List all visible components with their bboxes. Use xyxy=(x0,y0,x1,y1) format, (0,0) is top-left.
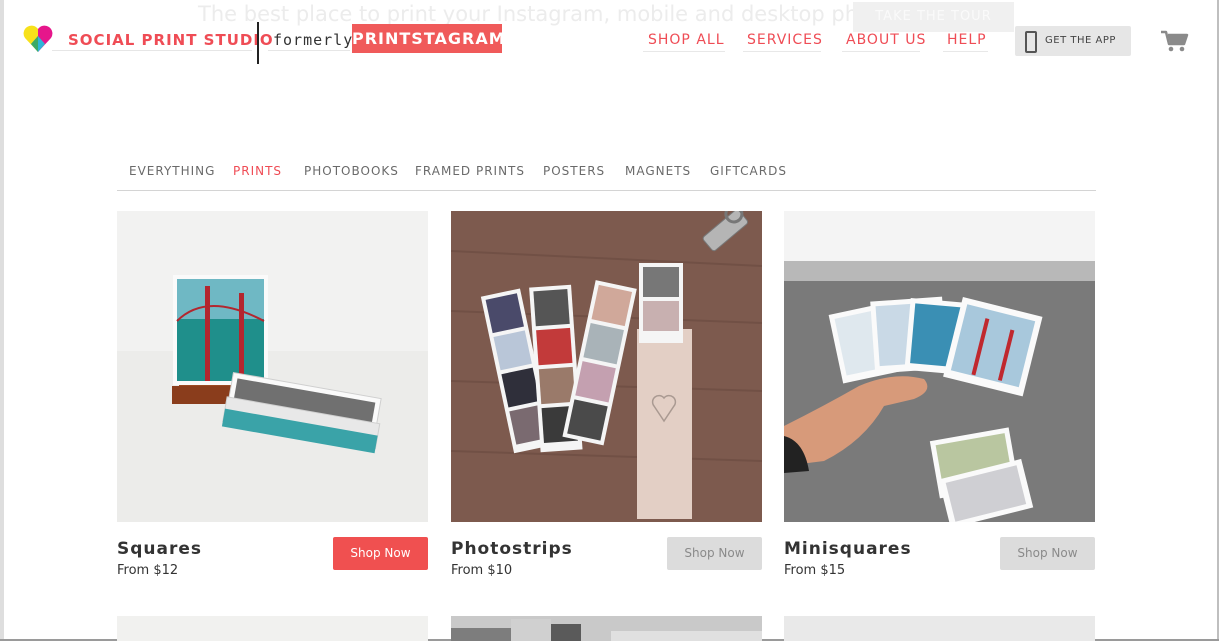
tab-posters[interactable]: POSTERS xyxy=(543,164,605,178)
nav-services[interactable]: SERVICES xyxy=(747,32,823,48)
product-image-row2-1[interactable] xyxy=(117,616,428,641)
tabs-divider xyxy=(117,190,1096,191)
get-app-label: GET THE APP xyxy=(1045,35,1116,46)
take-tour-button[interactable]: TAKE THE TOUR xyxy=(853,2,1014,32)
cart-icon[interactable] xyxy=(1160,29,1190,53)
product-image-photostrips[interactable] xyxy=(451,211,762,522)
formerly-underline xyxy=(268,50,350,51)
nav-underline xyxy=(643,51,725,52)
tab-everything[interactable]: EVERYTHING xyxy=(129,164,215,178)
shop-now-button-photostrips[interactable]: Shop Now xyxy=(667,537,762,570)
product-image-minisquares[interactable] xyxy=(784,211,1095,522)
nav-underline xyxy=(943,51,988,52)
product-image-squares[interactable] xyxy=(117,211,428,522)
brand-underline xyxy=(52,50,252,51)
header-divider xyxy=(257,22,259,64)
nav-help[interactable]: HELP xyxy=(947,32,987,48)
nav-about-us[interactable]: ABOUT US xyxy=(846,32,926,48)
get-app-button[interactable]: GET THE APP xyxy=(1015,26,1131,56)
product-image-row2-2[interactable] xyxy=(451,616,762,641)
phone-icon xyxy=(1025,31,1037,53)
window-edge-left xyxy=(0,0,4,641)
header-tagline: The best place to print your Instagram, … xyxy=(198,2,903,26)
nav-underline xyxy=(842,51,920,52)
tab-magnets[interactable]: MAGNETS xyxy=(625,164,691,178)
brand-name[interactable]: SOCIAL PRINT STUDIO xyxy=(68,31,274,49)
product-image-row2-3[interactable] xyxy=(784,616,1095,641)
product-name-photostrips[interactable]: Photostrips xyxy=(451,539,573,559)
tab-framed-prints[interactable]: FRAMED PRINTS xyxy=(415,164,525,178)
tab-prints[interactable]: PRINTS xyxy=(233,164,282,178)
product-name-minisquares[interactable]: Minisquares xyxy=(784,539,912,559)
nav-shop-all[interactable]: SHOP ALL xyxy=(648,32,725,48)
product-name-squares[interactable]: Squares xyxy=(117,539,202,559)
shop-now-button-squares[interactable]: Shop Now xyxy=(333,537,428,570)
product-price-photostrips: From $10 xyxy=(451,563,513,578)
tab-giftcards[interactable]: GIFTCARDS xyxy=(710,164,787,178)
shop-now-button-minisquares[interactable]: Shop Now xyxy=(1000,537,1095,570)
heart-logo-icon[interactable] xyxy=(22,24,54,54)
product-price-squares: From $12 xyxy=(117,563,179,578)
product-price-minisquares: From $15 xyxy=(784,563,846,578)
nav-underline xyxy=(743,51,821,52)
tab-photobooks[interactable]: PHOTOBOOKS xyxy=(304,164,399,178)
formerly-label: formerly xyxy=(273,31,354,49)
printstagram-badge: PRINTSTAGRAM xyxy=(352,24,505,53)
